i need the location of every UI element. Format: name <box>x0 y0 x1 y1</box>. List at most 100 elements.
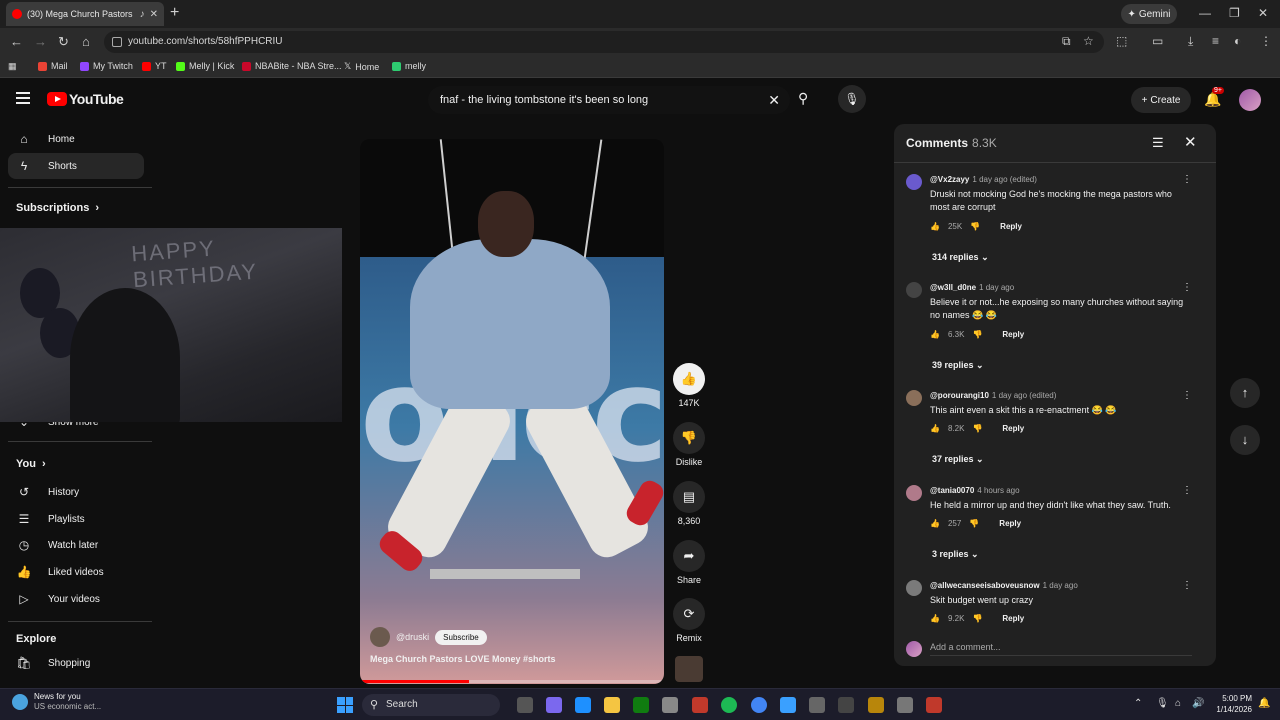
remix-button[interactable]: ⟳ Remix <box>672 598 706 643</box>
add-comment-input[interactable]: Add a comment... <box>930 642 1192 656</box>
sidebar-item-watch-later[interactable]: ◷ Watch later <box>8 532 144 558</box>
reading-list-icon[interactable]: ≡ <box>1212 34 1219 48</box>
close-comments-icon[interactable]: ✕ <box>1184 133 1197 151</box>
replies-toggle[interactable]: 39 replies ⌄ <box>932 360 984 371</box>
microphone-icon[interactable]: 🎙 <box>1156 698 1169 709</box>
thumbs-up-icon[interactable]: 👍 <box>930 330 940 339</box>
sidebar-item-playlists[interactable]: ☰ Playlists <box>8 506 144 532</box>
comment-menu-icon[interactable]: ⋮ <box>1182 282 1192 293</box>
browser-tab-active[interactable]: (30) Mega Church Pastors L ♪ ✕ <box>6 2 164 26</box>
app-icon[interactable] <box>780 697 796 713</box>
edge-icon[interactable] <box>575 697 591 713</box>
bookmark-mail[interactable]: Mail <box>38 61 68 71</box>
minimize-icon[interactable]: — <box>1199 6 1211 20</box>
previous-short-arrow-up-icon[interactable]: ↑ <box>1230 378 1260 408</box>
comment-author[interactable]: @w3ll_d0ne 1 day ago <box>930 283 1014 292</box>
thumbs-up-icon[interactable]: 👍 <box>930 519 940 528</box>
menu-kebab-icon[interactable]: ⋮ <box>1260 34 1272 48</box>
site-info-icon[interactable] <box>112 37 122 47</box>
you-heading[interactable]: You › <box>16 458 46 470</box>
reply-button[interactable]: Reply <box>1002 424 1024 433</box>
comment-author[interactable]: @tania0070 4 hours ago <box>930 486 1020 495</box>
short-title[interactable]: Mega Church Pastors LOVE Money #shorts <box>370 654 556 664</box>
channel-avatar[interactable] <box>370 627 390 647</box>
bookmark-x-home[interactable]: 𝕏 Home <box>344 61 379 72</box>
commenter-avatar[interactable] <box>906 580 922 596</box>
app-icon[interactable] <box>868 697 884 713</box>
share-button[interactable]: ➦ Share <box>672 540 706 585</box>
thumbs-down-icon[interactable]: 👎 <box>972 330 982 339</box>
app-icon[interactable] <box>897 697 913 713</box>
subscribe-button[interactable]: Subscribe <box>435 629 487 645</box>
sort-icon[interactable]: ☰ <box>1152 135 1164 151</box>
tray-chevron-up-icon[interactable]: ⌃ <box>1134 698 1142 709</box>
close-window-icon[interactable]: ✕ <box>1258 6 1268 20</box>
forward-icon[interactable]: → <box>34 34 47 49</box>
apps-grid-icon[interactable]: ▦ <box>8 61 17 72</box>
replies-toggle[interactable]: 3 replies ⌄ <box>932 549 979 560</box>
dislike-button[interactable]: 👎 Dislike <box>672 422 706 467</box>
audio-source-thumbnail[interactable] <box>675 656 703 682</box>
reply-button[interactable]: Reply <box>1000 222 1022 231</box>
thumbs-up-icon[interactable]: 👍 <box>930 424 940 433</box>
thumbs-down-icon[interactable]: 👎 <box>972 424 982 433</box>
video-progress-bar[interactable] <box>360 680 664 683</box>
voice-search-mic-icon[interactable]: 🎙 <box>838 85 866 113</box>
sidebar-item-home[interactable]: ⌂ Home <box>8 126 144 152</box>
app-icon[interactable] <box>662 697 678 713</box>
download-icon[interactable]: ⤓ <box>1188 34 1193 49</box>
youtube-logo[interactable]: YouTube <box>47 91 124 107</box>
taskbar-clock[interactable]: 5:00 PM 1/14/2026 <box>1212 693 1252 715</box>
reload-icon[interactable]: ↻ <box>58 34 69 50</box>
app-icon[interactable] <box>692 697 708 713</box>
close-tab-icon[interactable]: ✕ <box>150 9 158 20</box>
sidebar-item-your-videos[interactable]: ▷ Your videos <box>8 586 144 612</box>
network-icon[interactable]: ⌂ <box>1175 698 1181 709</box>
search-input[interactable]: fnaf - the living tombstone it's been so… <box>428 86 790 114</box>
replies-toggle[interactable]: 314 replies ⌄ <box>932 252 989 263</box>
file-explorer-icon[interactable] <box>604 697 620 713</box>
spotify-icon[interactable] <box>721 697 737 713</box>
maximize-icon[interactable]: ❐ <box>1229 6 1240 20</box>
cast-icon[interactable]: ⧉ <box>1062 34 1071 49</box>
hamburger-menu-icon[interactable] <box>16 92 30 104</box>
channel-handle[interactable]: @druski <box>396 632 429 642</box>
thumbs-down-icon[interactable]: 👎 <box>969 519 979 528</box>
reply-button[interactable]: Reply <box>999 519 1021 528</box>
clear-search-icon[interactable]: ✕ <box>768 86 780 114</box>
comments-button[interactable]: ▤ 8,360 <box>672 481 706 526</box>
bookmark-nbabite[interactable]: NBABite - NBA Stre... <box>242 61 342 71</box>
profile-icon[interactable]: ◐ <box>1234 34 1241 48</box>
notifications-bell-icon[interactable]: 🔔 9+ <box>1204 87 1224 108</box>
app-icon[interactable] <box>838 697 854 713</box>
notification-center-icon[interactable]: 🔔 <box>1258 698 1270 709</box>
sidebar-item-liked-videos[interactable]: 👍 Liked videos <box>8 559 144 585</box>
task-view-icon[interactable] <box>517 697 533 713</box>
bookmark-melly[interactable]: melly <box>392 61 426 71</box>
thumbs-up-icon[interactable]: 👍 <box>930 614 940 623</box>
gemini-button[interactable]: ✦ Gemini <box>1121 4 1177 24</box>
news-widget[interactable]: News for you US economic act... <box>12 692 101 712</box>
new-tab-icon[interactable]: + <box>170 4 179 22</box>
sidebar-item-history[interactable]: ↺ History <box>8 479 144 505</box>
next-short-arrow-down-icon[interactable]: ↓ <box>1230 425 1260 455</box>
reply-button[interactable]: Reply <box>1002 330 1024 339</box>
commenter-avatar[interactable] <box>906 174 922 190</box>
create-button[interactable]: + Create <box>1131 87 1191 113</box>
comment-author[interactable]: @allwecanseeisaboveusnow 1 day ago <box>930 581 1078 590</box>
taskbar-search[interactable]: ⚲ Search <box>362 694 500 716</box>
url-bar[interactable]: youtube.com/shorts/58hfPPHCRIU <box>104 31 1104 53</box>
media-player-icon[interactable] <box>809 697 825 713</box>
volume-icon[interactable]: 🔊 <box>1192 698 1204 709</box>
replies-toggle[interactable]: 37 replies ⌄ <box>932 454 984 465</box>
bookmark-twitch[interactable]: My Twitch <box>80 61 133 71</box>
home-icon[interactable]: ⌂ <box>82 34 90 49</box>
comment-author[interactable]: @Vx2zayy 1 day ago (edited) <box>930 175 1037 184</box>
reply-button[interactable]: Reply <box>1002 614 1024 623</box>
thumbs-up-icon[interactable]: 👍 <box>930 222 940 231</box>
comment-menu-icon[interactable]: ⋮ <box>1182 390 1192 401</box>
bookmark-yt[interactable]: YT <box>142 61 167 71</box>
comment-menu-icon[interactable]: ⋮ <box>1182 580 1192 591</box>
subscriptions-heading[interactable]: Subscriptions › <box>16 202 99 214</box>
commenter-avatar[interactable] <box>906 485 922 501</box>
